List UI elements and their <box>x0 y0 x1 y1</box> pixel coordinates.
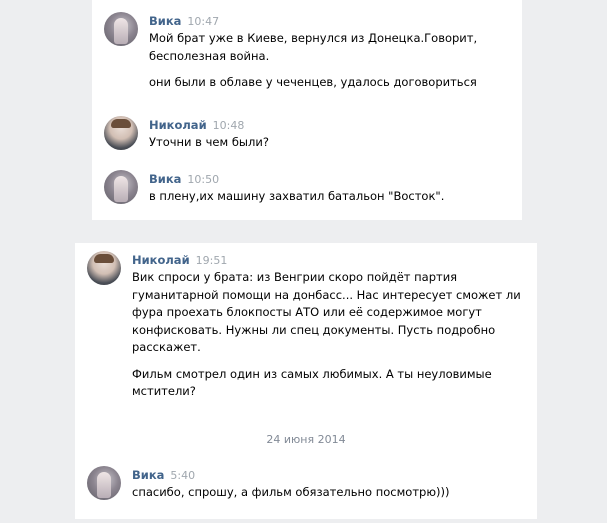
message-paragraph: спасибо, спрошу, а фильм обязательно пос… <box>132 485 450 499</box>
message-paragraph: Уточни в чем были? <box>149 135 269 149</box>
message-text: в плену,их машину захватил батальон "Вос… <box>149 188 514 206</box>
author-name[interactable]: Вика <box>149 14 181 28</box>
author-name[interactable]: Вика <box>149 172 181 186</box>
message-time[interactable]: 5:40 <box>170 469 195 482</box>
message-panel-1: Вика 10:47 Мой брат уже в Киеве, вернулся… <box>92 0 522 220</box>
author-name[interactable]: Николай <box>132 253 190 267</box>
author-name[interactable]: Вика <box>132 468 164 482</box>
message-time[interactable]: 19:51 <box>196 254 228 267</box>
message-text: Мой брат уже в Киеве, вернулся из Донецк… <box>149 30 514 92</box>
vika-avatar[interactable] <box>104 12 138 46</box>
message-time[interactable]: 10:48 <box>213 119 245 132</box>
message-paragraph: они были в облаве у чеченцев, удалось до… <box>149 75 477 89</box>
vika-avatar[interactable] <box>104 170 138 204</box>
message-text: спасибо, спрошу, а фильм обязательно пос… <box>132 484 529 502</box>
message-time[interactable]: 10:47 <box>187 15 219 28</box>
nikolai-avatar[interactable] <box>104 116 138 150</box>
date-separator: 24 июня 2014 <box>266 433 346 446</box>
message-paragraph: в плену,их машину захватил батальон "Вос… <box>149 189 445 203</box>
message-panel-2: Николай 19:51 Вик спроси у брата: из Венг… <box>75 243 537 519</box>
message-text: Вик спроси у брата: из Венгрии скоро пой… <box>132 269 529 401</box>
nikolai-avatar[interactable] <box>87 251 121 285</box>
author-name[interactable]: Николай <box>149 118 207 132</box>
message-paragraph: Фильм смотрел один из самых любимых. А т… <box>132 366 492 399</box>
vika-avatar[interactable] <box>87 466 121 500</box>
message-paragraph: Вик спроси у брата: из Венгрии скоро пой… <box>132 270 521 354</box>
message-paragraph: Мой брат уже в Киеве, вернулся из Донецк… <box>149 31 478 63</box>
message-text: Уточни в чем были? <box>149 134 514 152</box>
message-time[interactable]: 10:50 <box>187 173 219 186</box>
